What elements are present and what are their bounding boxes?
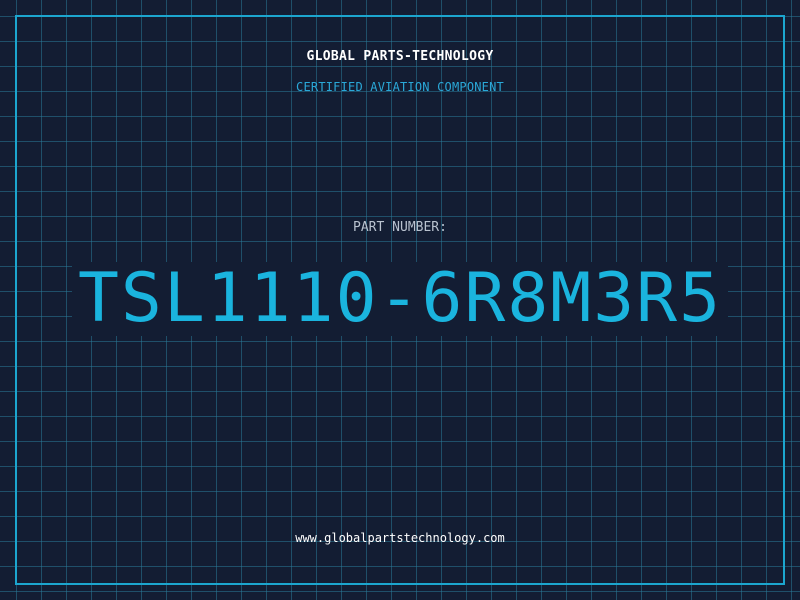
website-url: www.globalpartstechnology.com bbox=[295, 531, 505, 545]
company-name: GLOBAL PARTS-TECHNOLOGY bbox=[306, 49, 494, 64]
part-number-value: TSL1110-6R8M3R5 bbox=[71, 262, 729, 336]
part-number-container: TSL1110-6R8M3R5 bbox=[0, 262, 800, 336]
part-number-label: PART NUMBER: bbox=[353, 220, 447, 235]
certification-subtitle: CERTIFIED AVIATION COMPONENT bbox=[296, 80, 504, 94]
